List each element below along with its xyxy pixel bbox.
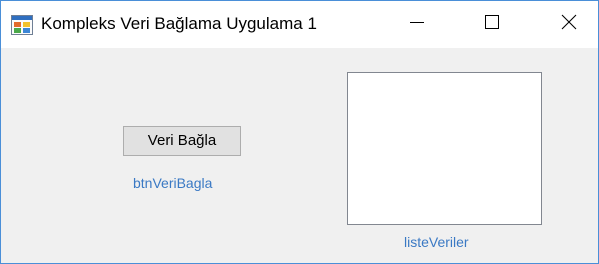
form-client-area: Veri Bağla btnVeriBagla listeVeriler bbox=[1, 48, 598, 263]
close-icon bbox=[561, 14, 577, 35]
close-button[interactable] bbox=[546, 1, 592, 48]
button-designer-label: btnVeriBagla bbox=[133, 175, 213, 191]
window-title: Kompleks Veri Bağlama Uygulama 1 bbox=[41, 14, 317, 33]
application-window: Kompleks Veri Bağlama Uygulama 1 Veri Ba… bbox=[0, 0, 599, 264]
winforms-app-icon bbox=[11, 15, 33, 35]
veri-bagla-button[interactable]: Veri Bağla bbox=[123, 126, 241, 156]
listbox-designer-label: listeVeriler bbox=[404, 234, 469, 250]
maximize-icon bbox=[484, 14, 500, 35]
maximize-button[interactable] bbox=[469, 1, 515, 48]
minimize-button[interactable] bbox=[394, 1, 440, 48]
veriler-listbox[interactable] bbox=[347, 72, 542, 225]
title-bar[interactable]: Kompleks Veri Bağlama Uygulama 1 bbox=[1, 1, 598, 48]
minimize-icon bbox=[409, 14, 425, 35]
